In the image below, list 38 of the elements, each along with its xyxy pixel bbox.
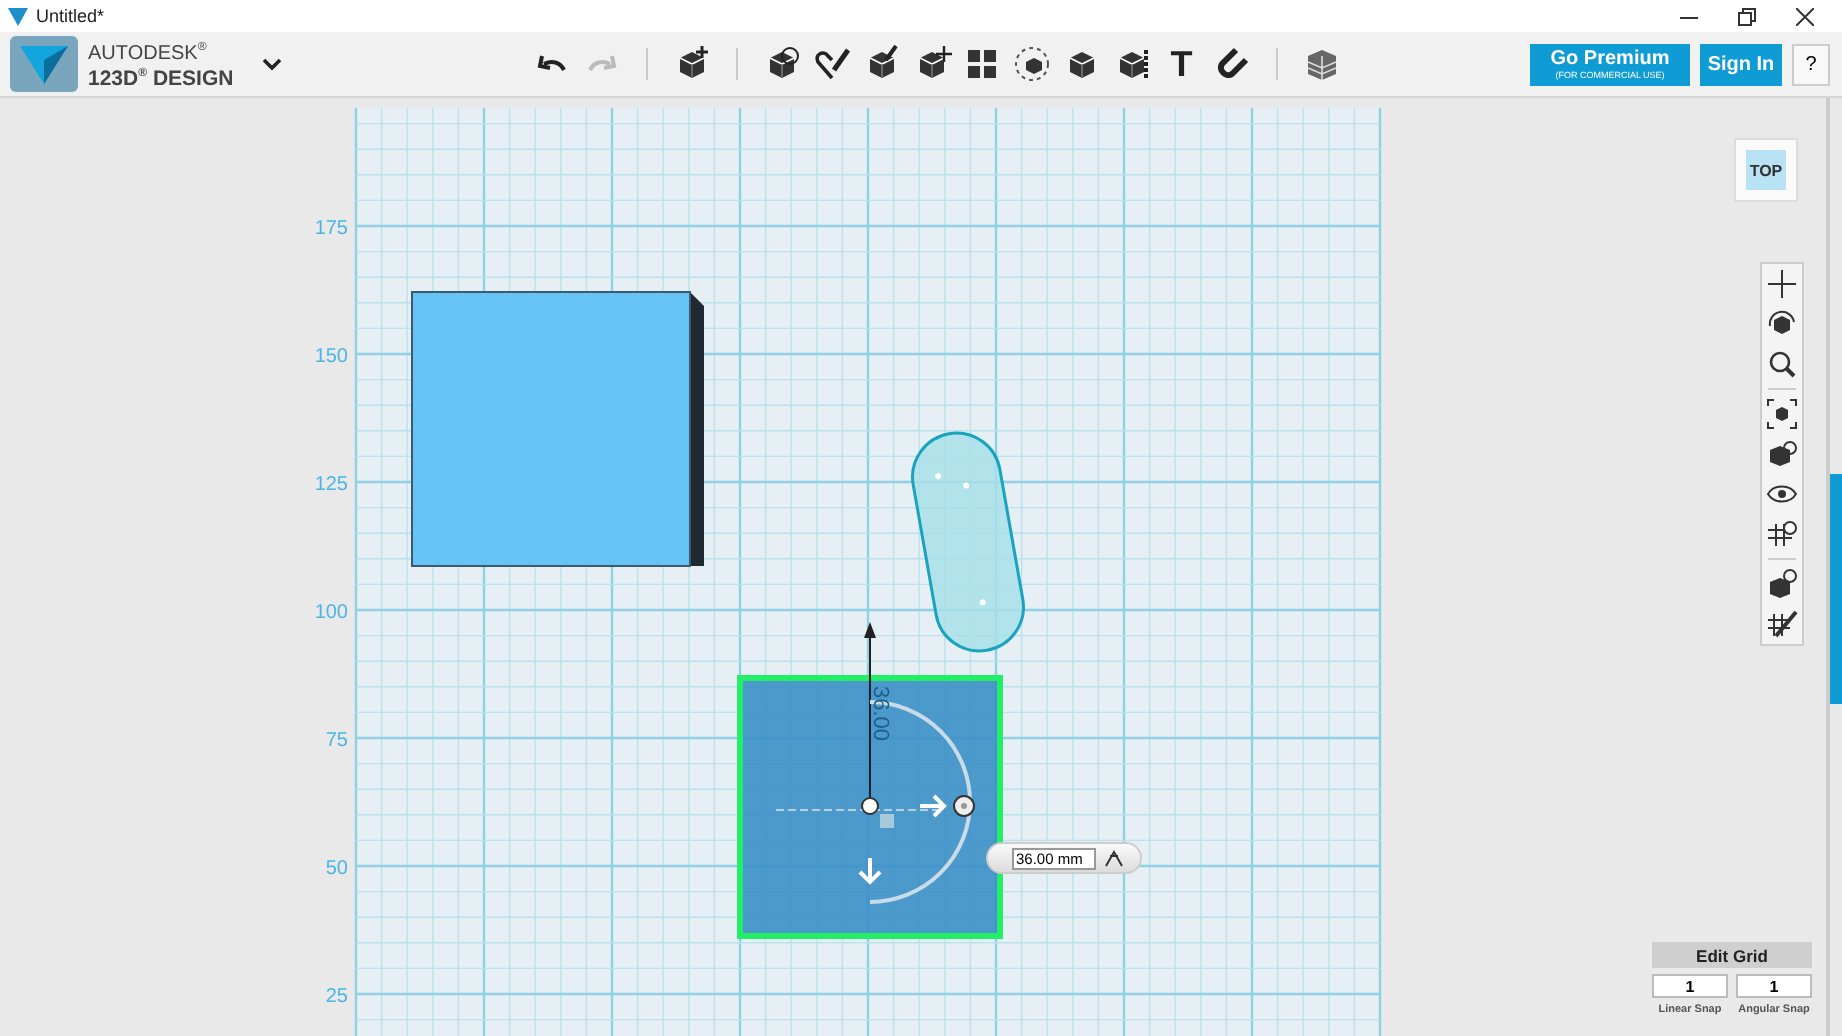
linear-snap-field[interactable]: 1	[1652, 974, 1728, 998]
app-logo-icon	[8, 7, 28, 25]
brand-name: AUTODESK$^{®}$	[88, 39, 209, 64]
brush-grid-icon[interactable]	[1766, 608, 1798, 640]
restore-icon[interactable]	[1738, 7, 1756, 25]
axis-label: 75	[325, 730, 348, 752]
chevron-down-icon[interactable]	[261, 56, 282, 72]
box-shape[interactable]	[411, 291, 704, 567]
axis-label: 100	[314, 602, 348, 624]
move-down-icon[interactable]	[858, 856, 882, 885]
product-name: 123D$^{®}$ DESIGN	[88, 64, 234, 91]
cube-scene-icon[interactable]	[1766, 568, 1798, 600]
snap-angle-icon[interactable]	[1104, 848, 1124, 868]
text-tool-button[interactable]: T	[1161, 43, 1202, 85]
pan-icon[interactable]	[1766, 268, 1798, 300]
view-cube[interactable]: TOP	[1734, 138, 1798, 202]
close-icon[interactable]	[1796, 7, 1814, 25]
view-cube-face[interactable]: TOP	[1746, 150, 1786, 190]
center-handle[interactable]	[861, 797, 879, 815]
zoom-icon[interactable]	[1766, 348, 1798, 380]
dimension-label: 36.00	[868, 686, 892, 742]
dashed-cube-icon[interactable]	[1011, 44, 1052, 84]
axis-label: 25	[325, 986, 348, 1008]
fit-view-icon[interactable]	[1766, 398, 1798, 430]
grid-gear-icon[interactable]	[1766, 518, 1798, 550]
scale-handle[interactable]	[880, 814, 894, 828]
panel-handle[interactable]	[1830, 474, 1842, 704]
orbit-icon[interactable]	[1766, 308, 1798, 340]
axis-label: 150	[314, 346, 348, 368]
axis-label: 50	[325, 858, 348, 880]
window-title: Untitled*	[36, 6, 105, 26]
edit-grid-button[interactable]: Edit Grid	[1652, 942, 1812, 968]
angular-snap-field[interactable]: 1	[1736, 974, 1812, 998]
axis-label: 125	[314, 474, 348, 496]
cube-sphere-icon[interactable]	[1766, 438, 1798, 470]
help-button[interactable]: ?	[1792, 43, 1830, 85]
height-arrow[interactable]	[864, 622, 876, 803]
axis-label: 175	[314, 218, 348, 240]
